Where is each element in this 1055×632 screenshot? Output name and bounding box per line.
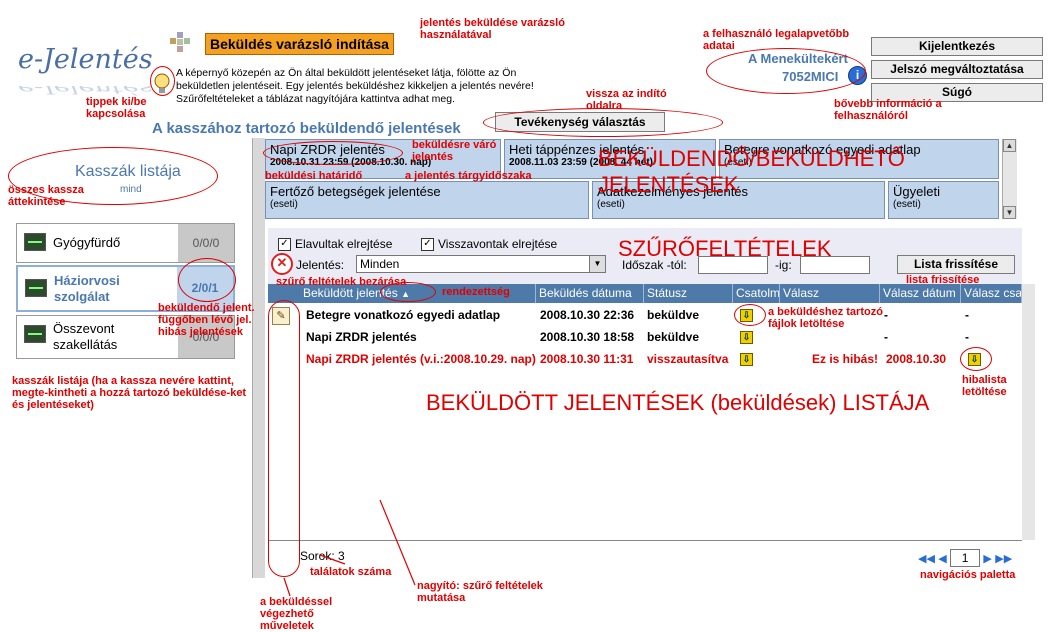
annotation-lines xyxy=(283,499,416,597)
annotation-line xyxy=(379,499,416,586)
annotation-line xyxy=(319,554,346,565)
annotation-line xyxy=(283,577,291,597)
